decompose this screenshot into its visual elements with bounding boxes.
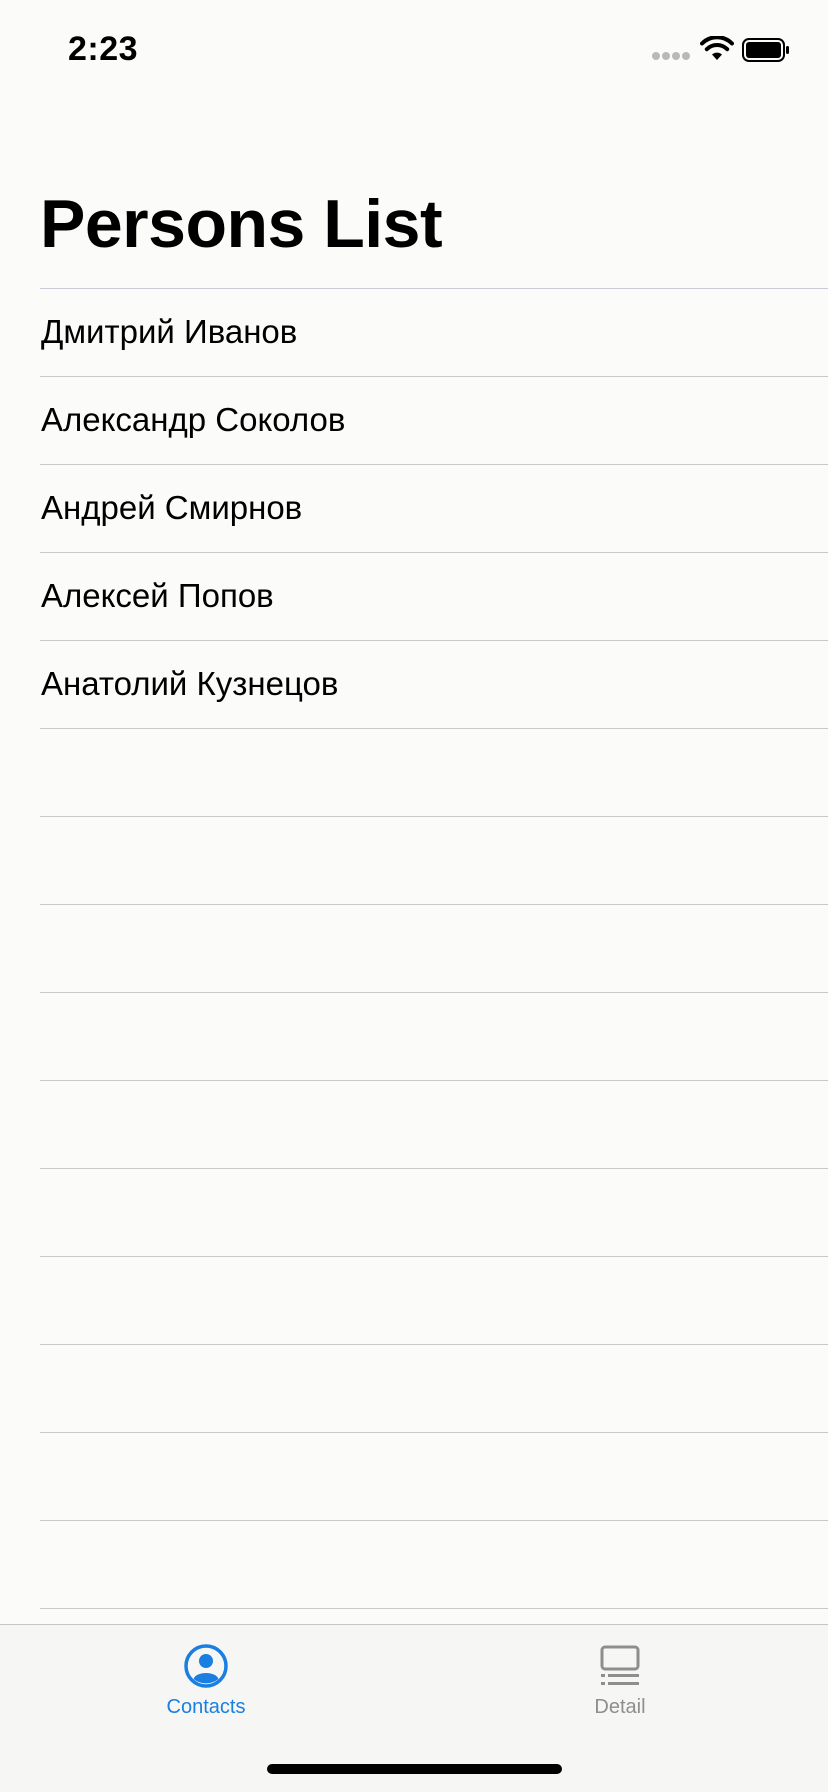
person-name: Анатолий Кузнецов xyxy=(41,665,339,702)
cellular-signal-icon xyxy=(652,52,692,62)
empty-row xyxy=(40,1256,828,1344)
list-item[interactable]: Дмитрий Иванов xyxy=(40,288,828,376)
list-detail-icon xyxy=(600,1645,640,1685)
tab-contacts[interactable]: Contacts xyxy=(106,1643,306,1733)
empty-row xyxy=(40,728,828,816)
person-name: Александр Соколов xyxy=(41,401,346,438)
empty-row xyxy=(40,1344,828,1432)
empty-row xyxy=(40,1432,828,1520)
tab-contacts-label: Contacts xyxy=(166,1696,246,1718)
person-name: Алексей Попов xyxy=(41,577,274,614)
tab-bar: Contacts Detail xyxy=(0,1624,828,1792)
empty-row xyxy=(40,1168,828,1256)
empty-row xyxy=(40,904,828,992)
tab-detail[interactable]: Detail xyxy=(520,1643,720,1733)
page-title: Persons List xyxy=(40,186,443,262)
person-circle-icon xyxy=(184,1644,228,1688)
empty-row xyxy=(40,992,828,1080)
status-bar: 2:23 xyxy=(0,0,828,100)
person-name: Дмитрий Иванов xyxy=(41,313,298,350)
list-item[interactable]: Александр Соколов xyxy=(40,376,828,464)
app-screen: 2:23 Persons List Дмитрий Иванов Алексан… xyxy=(0,0,828,1792)
empty-row xyxy=(40,1520,828,1608)
list-item[interactable]: Андрей Смирнов xyxy=(40,464,828,552)
list-item[interactable]: Анатолий Кузнецов xyxy=(40,640,828,728)
empty-row xyxy=(40,816,828,904)
person-name: Андрей Смирнов xyxy=(41,489,303,526)
persons-list: Дмитрий Иванов Александр Соколов Андрей … xyxy=(0,288,828,1696)
home-indicator[interactable] xyxy=(267,1764,562,1774)
status-time: 2:23 xyxy=(68,30,139,68)
empty-row xyxy=(40,1080,828,1168)
list-item[interactable]: Алексей Попов xyxy=(40,552,828,640)
wifi-icon xyxy=(700,36,734,60)
battery-icon xyxy=(742,38,789,62)
tab-detail-label: Detail xyxy=(594,1696,646,1718)
